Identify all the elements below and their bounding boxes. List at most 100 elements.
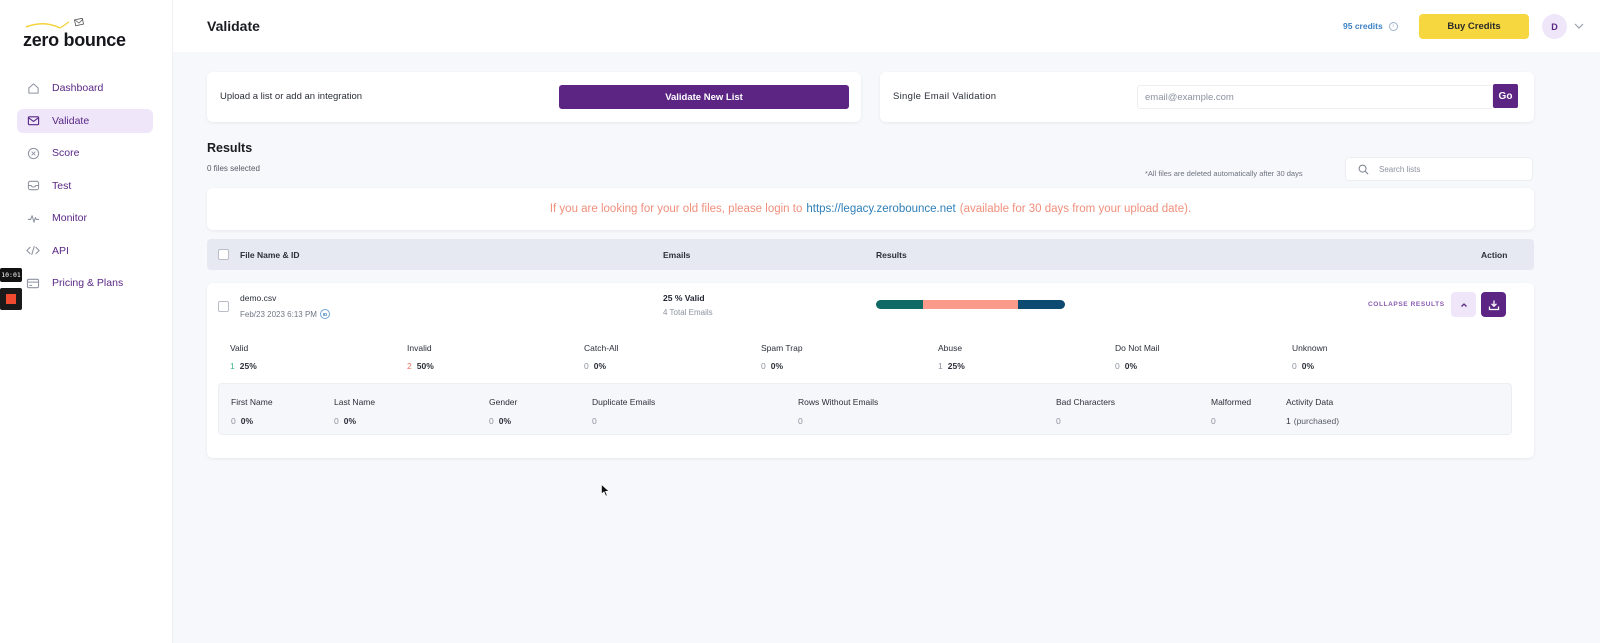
stat-count: 1 bbox=[1286, 416, 1291, 426]
valid-summary: 25 % Valid bbox=[663, 293, 705, 303]
inbox-icon bbox=[26, 179, 40, 193]
stat-count: 0 bbox=[1056, 416, 1061, 426]
row-checkbox[interactable] bbox=[218, 301, 229, 312]
column-header-action: Action bbox=[1481, 250, 1508, 260]
notice-text-after: (available for 30 days from your upload … bbox=[959, 203, 1192, 215]
info-icon[interactable]: i bbox=[1388, 21, 1398, 31]
stat-count: 1 bbox=[230, 361, 235, 371]
sidebar-item-monitor[interactable]: Monitor bbox=[17, 206, 153, 230]
collapse-button[interactable] bbox=[1451, 292, 1476, 317]
sidebar: zero bounce Dashboard Validate Score Tes… bbox=[0, 0, 173, 643]
sidebar-item-test[interactable]: Test bbox=[17, 174, 153, 198]
stop-recording-button[interactable] bbox=[0, 288, 22, 310]
stat-value: 0 0% bbox=[489, 416, 517, 426]
download-icon bbox=[1488, 300, 1499, 310]
stat-label: Malformed bbox=[1211, 397, 1252, 407]
search-icon bbox=[1358, 164, 1369, 174]
stat-value: 0 bbox=[592, 416, 655, 426]
table-row: demo.csv Feb/23 2023 6:13 PM ID 25 % Val… bbox=[207, 283, 1534, 458]
sidebar-item-label: Monitor bbox=[52, 212, 88, 224]
stat-count: 2 bbox=[407, 361, 412, 371]
stat-count: 0 bbox=[1115, 361, 1120, 371]
results-table-header: File Name & ID Emails Results Action bbox=[207, 239, 1534, 270]
stat-abuse: Abuse 1 25% bbox=[938, 343, 965, 371]
sidebar-item-pricing-plans[interactable]: Pricing & Plans bbox=[17, 271, 153, 295]
stat-label: Catch-All bbox=[584, 343, 619, 353]
sidebar-item-api[interactable]: API bbox=[17, 239, 153, 263]
upload-text: Upload a list or add an integration bbox=[220, 91, 363, 102]
credit-card-icon bbox=[26, 276, 40, 290]
stat-count: 0 bbox=[231, 416, 236, 426]
stat-value: 0 bbox=[1211, 416, 1251, 426]
select-all-checkbox[interactable] bbox=[218, 249, 229, 260]
file-date: Feb/23 2023 6:13 PM ID bbox=[240, 309, 330, 319]
file-name[interactable]: demo.csv bbox=[240, 293, 276, 303]
file-id-icon[interactable]: ID bbox=[319, 309, 330, 319]
files-selected-count: 0 files selected bbox=[207, 164, 260, 173]
stat-label: Valid bbox=[230, 343, 249, 353]
extra-stats: First Name 0 0% Last Name 0 0% Gender 0 0% Duplic… bbox=[219, 384, 1511, 434]
stat-percent: (purchased) bbox=[1293, 416, 1340, 426]
stat-catch-all: Catch-All 0 0% bbox=[584, 343, 618, 371]
validate-new-list-button[interactable]: Validate New List bbox=[559, 85, 849, 109]
stat-value: 1 (purchased) bbox=[1286, 416, 1339, 426]
stat-value: 0 0% bbox=[1115, 361, 1159, 371]
sidebar-item-score[interactable]: Score bbox=[17, 141, 153, 165]
stat-label: Duplicate Emails bbox=[592, 397, 656, 407]
stat-label: Invalid bbox=[407, 343, 432, 353]
stat-percent: 0% bbox=[770, 361, 784, 371]
stat-percent: 0% bbox=[498, 416, 512, 426]
sidebar-item-validate[interactable]: Validate bbox=[17, 108, 153, 133]
stat-count: 0 bbox=[1211, 416, 1216, 426]
stat-label: Unknown bbox=[1292, 343, 1328, 353]
zerobounce-logo[interactable]: zero bounce bbox=[22, 18, 132, 54]
chevron-down-icon[interactable] bbox=[1573, 20, 1585, 32]
single-validation-label: Single Email Validation bbox=[893, 91, 997, 102]
results-bar-segment-valid bbox=[876, 300, 924, 309]
stat-count: 0 bbox=[1292, 361, 1297, 371]
stat-count: 0 bbox=[761, 361, 766, 371]
stat-value: 0 0% bbox=[334, 416, 375, 426]
stat-label: Abuse bbox=[938, 343, 963, 353]
stat-label: Activity Data bbox=[1286, 397, 1334, 407]
sidebar-item-label: Pricing & Plans bbox=[52, 277, 124, 289]
search-lists-input[interactable] bbox=[1379, 164, 1519, 174]
stat-value: 0 bbox=[798, 416, 878, 426]
stat-unknown: Unknown 0 0% bbox=[1292, 343, 1327, 371]
extra-stat-activity-data: Activity Data 1 (purchased) bbox=[1286, 397, 1339, 426]
results-bar bbox=[876, 300, 1065, 309]
email-input[interactable] bbox=[1137, 85, 1493, 109]
credits-count: 95 credits bbox=[1343, 21, 1383, 31]
stat-do-not-mail: Do Not Mail 0 0% bbox=[1115, 343, 1159, 371]
stat-label: Do Not Mail bbox=[1115, 343, 1160, 353]
column-header-emails: Emails bbox=[663, 250, 691, 260]
avatar[interactable]: D bbox=[1542, 14, 1567, 39]
go-button[interactable]: Go bbox=[1493, 84, 1518, 108]
stat-valid: Valid 1 25% bbox=[230, 343, 257, 371]
upload-card: Upload a list or add an integration Vali… bbox=[207, 72, 861, 122]
stat-invalid: Invalid 2 50% bbox=[407, 343, 434, 371]
pulse-icon bbox=[26, 211, 40, 225]
sidebar-item-label: Score bbox=[52, 147, 80, 159]
stat-percent: 0% bbox=[1301, 361, 1315, 371]
stat-label: Last Name bbox=[334, 397, 376, 407]
stat-count: 0 bbox=[592, 416, 597, 426]
stat-percent: 0% bbox=[593, 361, 607, 371]
results-title: Results bbox=[207, 141, 253, 155]
buy-credits-button[interactable]: Buy Credits bbox=[1419, 14, 1529, 39]
extra-stats-panel: First Name 0 0% Last Name 0 0% Gender 0 0% Duplic… bbox=[218, 383, 1512, 435]
credits-balance: 95 credits i bbox=[1343, 21, 1398, 31]
result-stats: Valid 1 25% Invalid 2 50% Catch-All 0 0% Spam Tra… bbox=[230, 343, 1520, 373]
column-header-file: File Name & ID bbox=[240, 250, 300, 260]
search-lists-box[interactable] bbox=[1345, 157, 1533, 181]
download-button[interactable] bbox=[1481, 292, 1506, 317]
collapse-results-link[interactable]: COLLAPSE RESULTS bbox=[1368, 301, 1445, 308]
extra-stat-rows-without-emails: Rows Without Emails 0 bbox=[798, 397, 878, 426]
legacy-link[interactable]: https://legacy.zerobounce.net bbox=[806, 203, 955, 215]
page-title: Validate bbox=[207, 18, 260, 34]
sidebar-item-label: API bbox=[52, 244, 69, 257]
sidebar-item-label: Test bbox=[52, 179, 72, 192]
sidebar-item-dashboard[interactable]: Dashboard bbox=[17, 76, 153, 100]
extra-stat-malformed: Malformed 0 bbox=[1211, 397, 1251, 426]
legacy-notice: If you are looking for your old files, p… bbox=[207, 188, 1534, 230]
